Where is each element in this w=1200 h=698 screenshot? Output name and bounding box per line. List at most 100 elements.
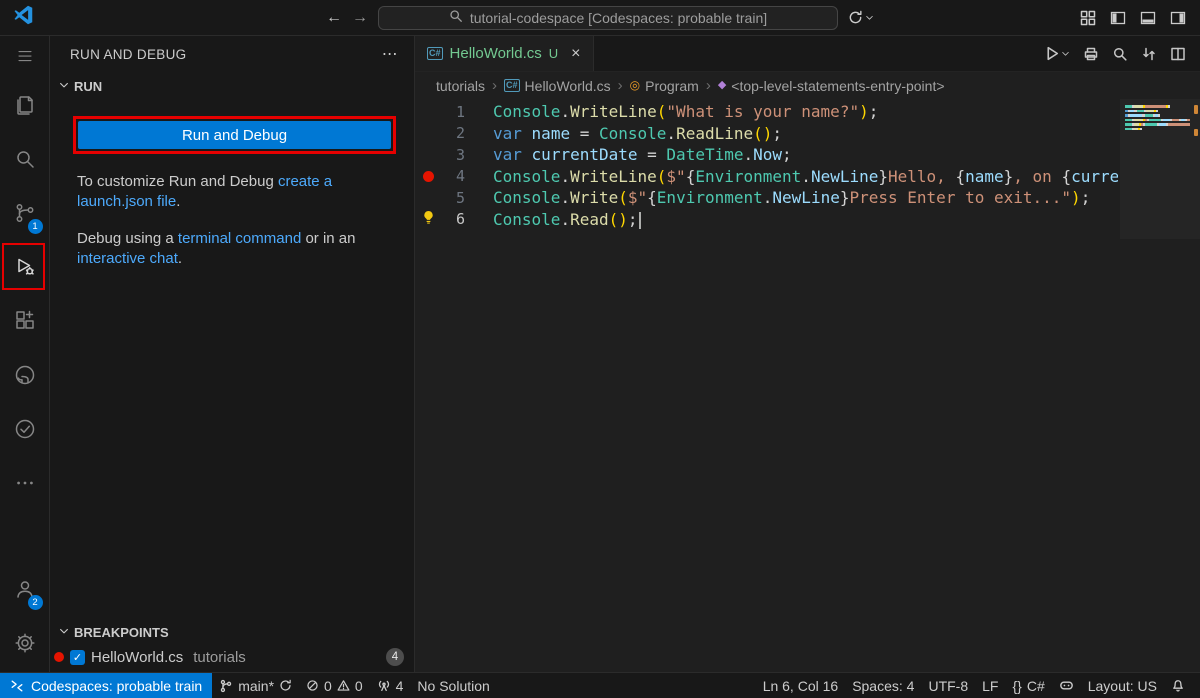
minimap-line (1125, 114, 1190, 117)
breakpoints-section-header[interactable]: BREAKPOINTS (50, 618, 414, 646)
split-editor-button[interactable] (1170, 46, 1186, 62)
editor-group: C# HelloWorld.cs U × (415, 36, 1200, 672)
customize-layout-button[interactable] (1080, 10, 1096, 26)
more-views-button[interactable] (0, 458, 50, 512)
vscode-window: ← → tutorial-codespace [Codespaces: prob… (0, 0, 1200, 698)
copilot-status[interactable] (1052, 673, 1081, 698)
tab-close-button[interactable]: × (571, 45, 580, 63)
sidebar-item-checks[interactable] (0, 404, 50, 458)
sidebar-item-run-debug[interactable] (0, 242, 50, 296)
layout-label: Layout: US (1088, 678, 1157, 694)
code-line[interactable]: 1Console.WriteLine("What is your name?")… (415, 101, 1200, 123)
line-number: 6 (441, 210, 465, 228)
code-text[interactable]: Console.Write($"{Environment.NewLine}Pre… (493, 188, 1118, 207)
menu-button[interactable] (0, 36, 50, 80)
search-editor-button[interactable] (1112, 46, 1128, 62)
indentation-label: Spaces: 4 (852, 678, 914, 694)
error-count: 0 (324, 678, 332, 694)
remote-indicator[interactable]: Codespaces: probable train (0, 673, 212, 698)
copilot-icon (1059, 678, 1074, 693)
command-center-search[interactable]: tutorial-codespace [Codespaces: probable… (378, 6, 838, 30)
layout-status[interactable]: Layout: US (1081, 673, 1164, 698)
ports-status[interactable]: 4 (370, 673, 411, 698)
symbol-method-icon: ◆ (718, 80, 726, 91)
tab-label: HelloWorld.cs (450, 45, 542, 62)
code-text[interactable]: Console.WriteLine("What is your name?"); (493, 102, 1118, 121)
indentation-status[interactable]: Spaces: 4 (845, 673, 921, 698)
debug-hint-text: Debug using a terminal command or in an … (77, 229, 399, 268)
print-button[interactable] (1083, 46, 1099, 62)
breakpoint-line-badge: 4 (386, 648, 404, 666)
breakpoint-gutter[interactable] (415, 210, 441, 229)
code-line[interactable]: 2var name = Console.ReadLine(); (415, 123, 1200, 145)
cursor-position-status[interactable]: Ln 6, Col 16 (756, 673, 846, 698)
problems-status[interactable]: 0 0 (299, 673, 370, 698)
run-and-debug-button[interactable]: Run and Debug (78, 121, 391, 149)
forward-button[interactable]: → (352, 9, 368, 27)
settings-button[interactable] (0, 618, 50, 672)
breadcrumb-separator-icon: › (706, 77, 711, 94)
status-bar: Codespaces: probable train main* 0 0 4 N… (0, 672, 1200, 698)
accounts-button[interactable]: 2 (0, 564, 50, 618)
branch-status[interactable]: main* (212, 673, 299, 698)
code-line[interactable]: 5Console.Write($"{Environment.NewLine}Pr… (415, 187, 1200, 209)
sidebar-link[interactable]: terminal command (178, 230, 301, 247)
breakpoints-section-label: BREAKPOINTS (74, 625, 169, 640)
run-debug-icon (13, 255, 37, 284)
minimap-line (1125, 110, 1190, 113)
eol-status[interactable]: LF (975, 673, 1005, 698)
minimap[interactable] (1120, 99, 1200, 672)
solution-label: No Solution (417, 678, 489, 694)
vscode-logo-icon[interactable] (14, 5, 34, 30)
sidebar-item-search[interactable] (0, 134, 50, 188)
toggle-panel-button[interactable] (1140, 10, 1156, 26)
tutorial-highlight-run-button: Run and Debug (73, 116, 396, 154)
code-editor[interactable]: 1Console.WriteLine("What is your name?")… (415, 99, 1200, 672)
breadcrumb-item[interactable]: ◎Program (630, 78, 699, 94)
code-text[interactable]: var name = Console.ReadLine(); (493, 124, 1118, 143)
toggle-sidebar-button[interactable] (1110, 10, 1126, 26)
breadcrumb-item[interactable]: C#HelloWorld.cs (504, 78, 611, 94)
encoding-status[interactable]: UTF-8 (921, 673, 975, 698)
breakpoint-checkbox[interactable]: ✓ (70, 650, 85, 665)
chevron-down-icon (58, 79, 70, 94)
breakpoint-list-item[interactable]: ✓ HelloWorld.cs tutorials 4 (54, 646, 404, 668)
breakpoint-icon[interactable] (423, 171, 434, 182)
check-circle-icon (13, 417, 37, 446)
panel-more-button[interactable]: ⋯ (382, 44, 398, 64)
refresh-dropdown-button[interactable] (848, 10, 874, 25)
notifications-button[interactable] (1164, 673, 1192, 698)
code-line[interactable]: 6 Console.Read(); (415, 209, 1200, 231)
lightbulb-icon[interactable] (421, 210, 436, 229)
tab-helloworld[interactable]: C# HelloWorld.cs U × (415, 36, 594, 71)
breadcrumb-item[interactable]: ◆<top-level-statements-entry-point> (718, 78, 945, 94)
solution-status[interactable]: No Solution (410, 673, 496, 698)
scm-badge: 1 (28, 219, 43, 234)
code-lines: 1Console.WriteLine("What is your name?")… (415, 101, 1200, 230)
code-text[interactable]: Console.Read(); (493, 210, 1118, 229)
back-button[interactable]: ← (326, 9, 342, 27)
compare-changes-button[interactable] (1141, 46, 1157, 62)
cursor-position-label: Ln 6, Col 16 (763, 678, 839, 694)
sidebar-item-extensions[interactable] (0, 296, 50, 350)
remote-label: Codespaces: probable train (31, 678, 202, 694)
sidebar-link[interactable]: interactive chat (77, 250, 178, 267)
sidebar-item-github[interactable] (0, 350, 50, 404)
run-section-header[interactable]: RUN (50, 72, 414, 100)
toggle-secondary-sidebar-button[interactable] (1170, 10, 1186, 26)
sidebar-item-explorer[interactable] (0, 80, 50, 134)
code-text[interactable]: Console.WriteLine($"{Environment.NewLine… (493, 167, 1118, 186)
breadcrumb-separator-icon: › (492, 77, 497, 94)
remote-icon (10, 679, 24, 693)
breadcrumb-item[interactable]: tutorials (436, 78, 485, 94)
line-number: 4 (441, 167, 465, 185)
eol-label: LF (982, 678, 998, 694)
breakpoint-gutter[interactable] (415, 171, 441, 182)
language-status[interactable]: {} C# (1005, 673, 1051, 698)
code-line[interactable]: 4 Console.WriteLine($"{Environment.NewLin… (415, 166, 1200, 188)
sidebar-item-source-control[interactable]: 1 (0, 188, 50, 242)
run-or-debug-button[interactable] (1044, 45, 1070, 62)
code-line[interactable]: 3var currentDate = DateTime.Now; (415, 144, 1200, 166)
code-text[interactable]: var currentDate = DateTime.Now; (493, 145, 1118, 164)
csharp-file-icon: C# (504, 79, 520, 92)
